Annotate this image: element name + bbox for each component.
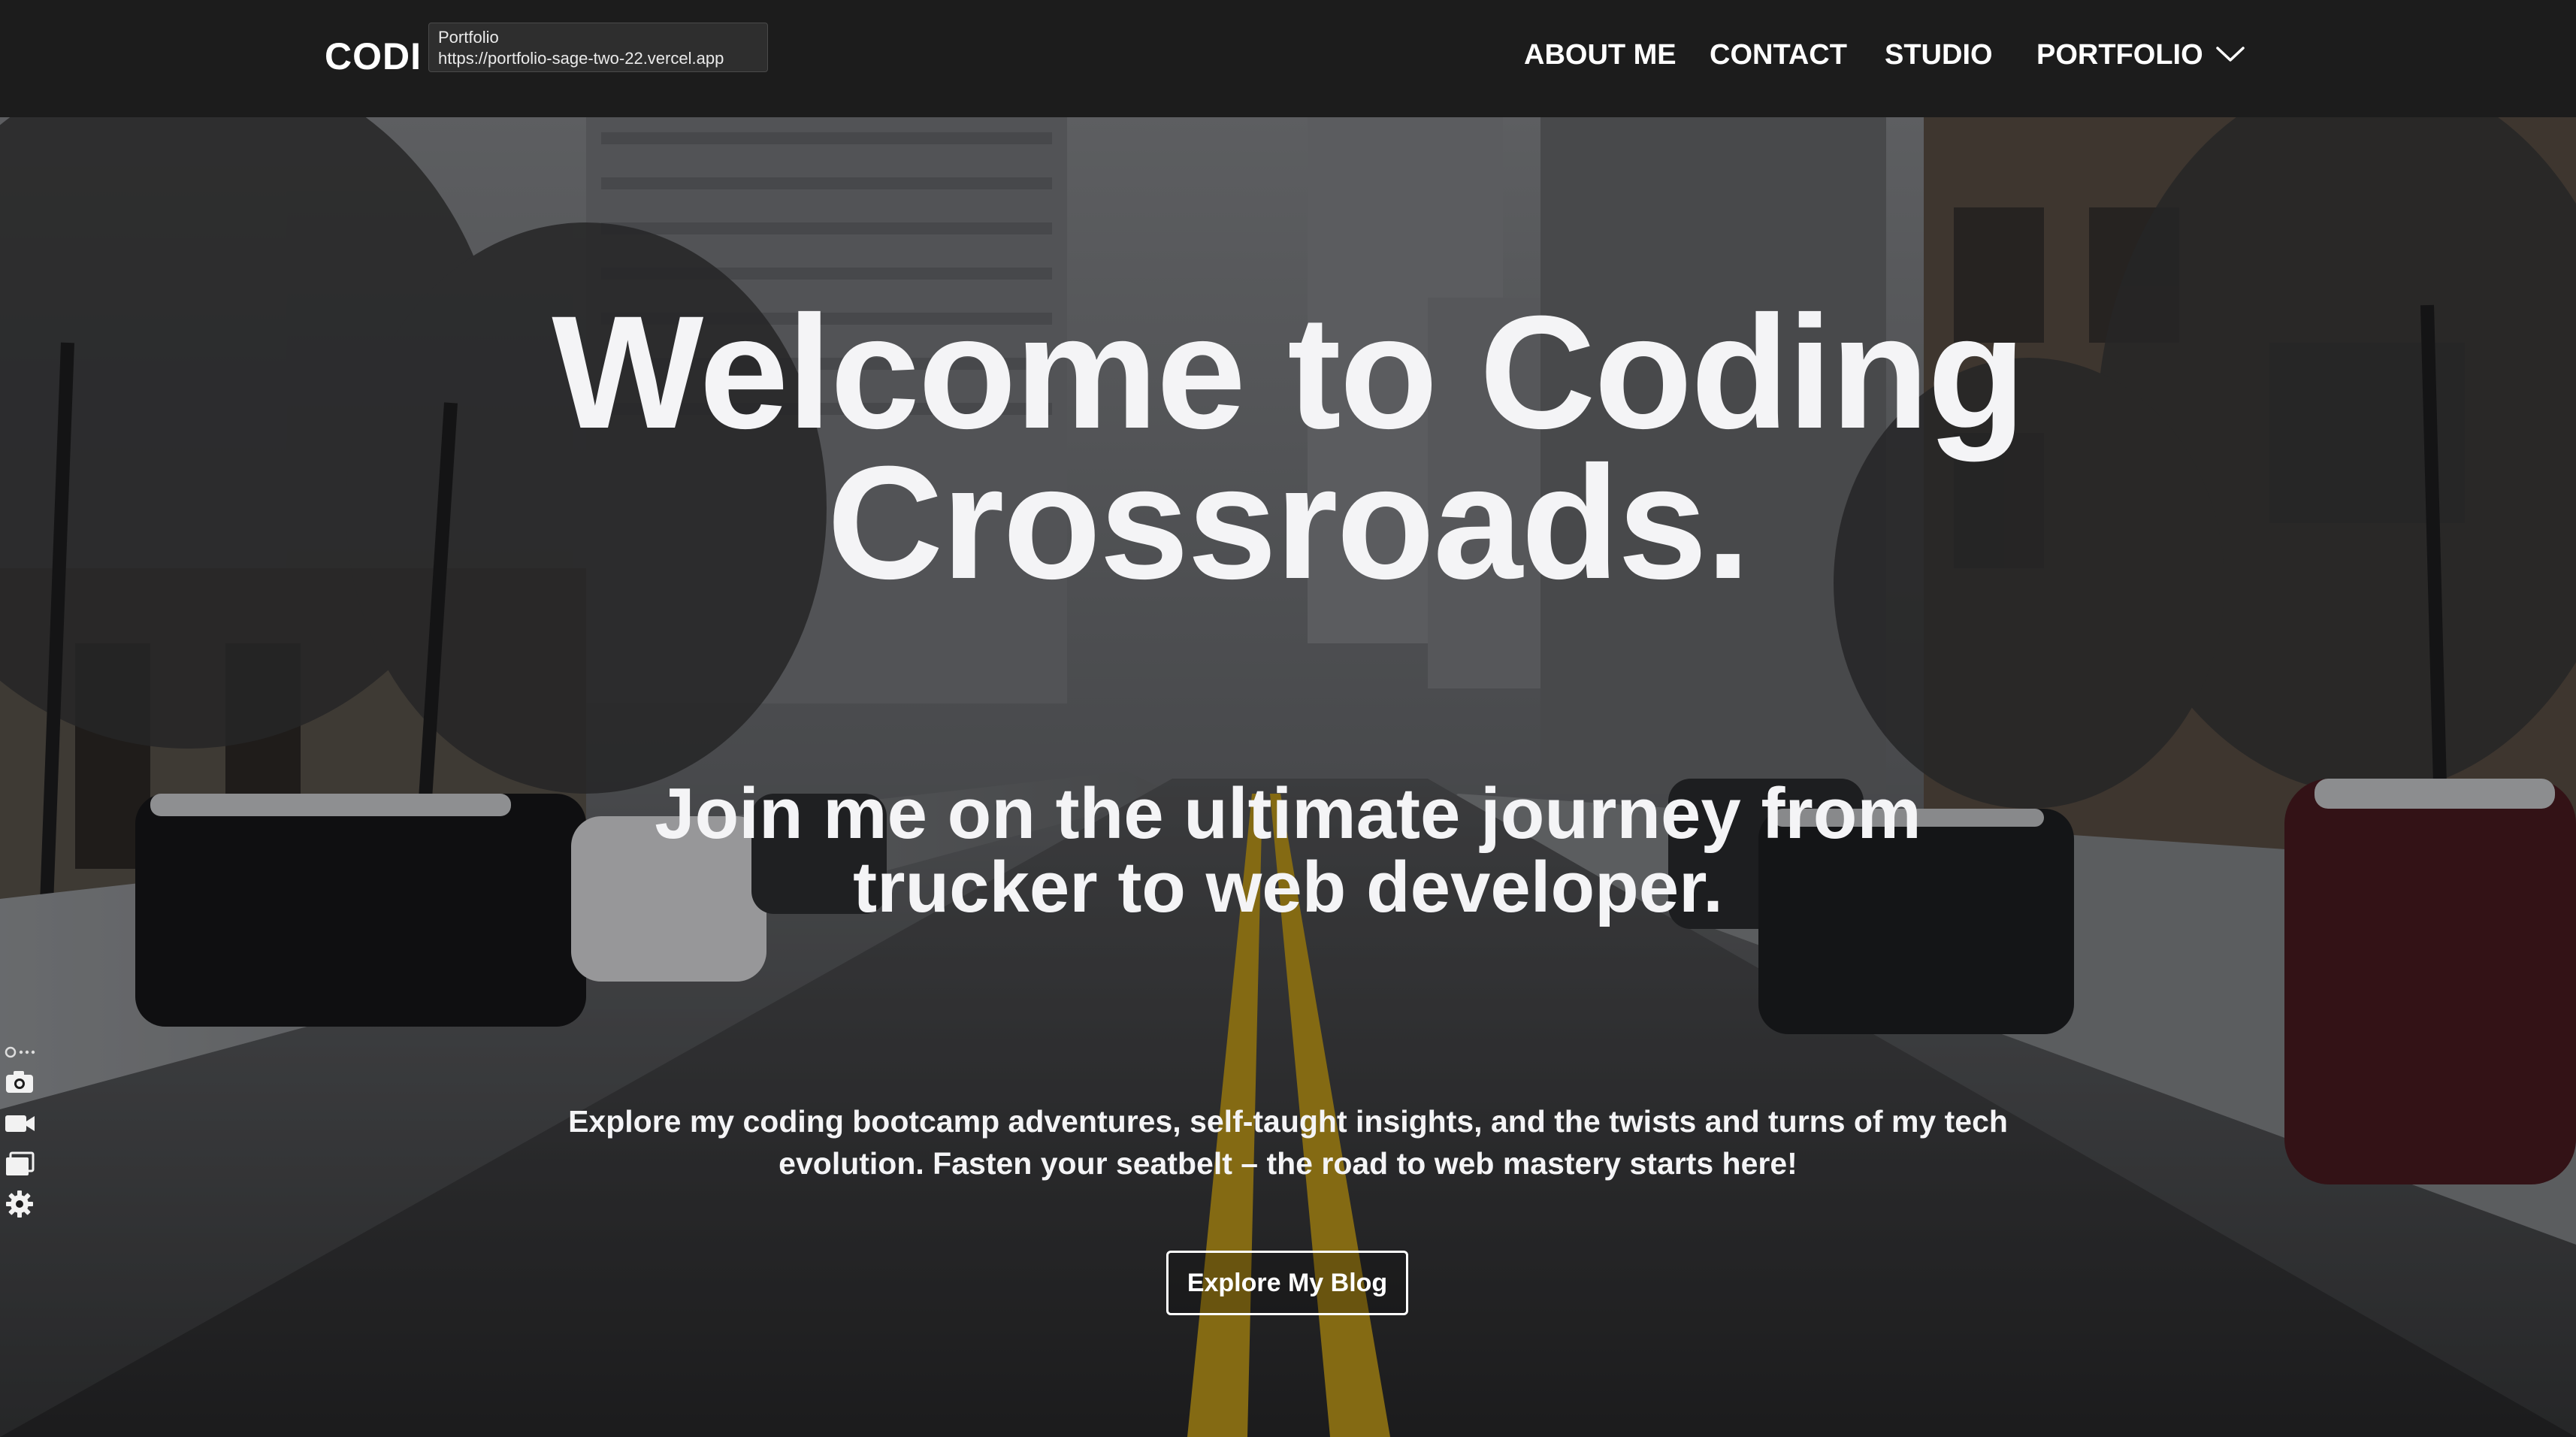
camera-icon[interactable] bbox=[3, 1066, 36, 1099]
hero-subheadline: Join me on the ultimate journey from tru… bbox=[0, 777, 2576, 924]
nav-about-me[interactable]: ABOUT ME bbox=[1524, 39, 1677, 71]
link-icon[interactable] bbox=[3, 1043, 36, 1061]
brand-logo[interactable]: CODI bbox=[325, 35, 422, 78]
subheadline-line-1: Join me on the ultimate journey from bbox=[655, 773, 1921, 854]
link-tooltip: Portfolio https://portfolio-sage-two-22.… bbox=[428, 23, 768, 72]
nav-contact[interactable]: CONTACT bbox=[1710, 39, 1847, 71]
chevron-down-icon[interactable] bbox=[2215, 44, 2245, 65]
description-line-1: Explore my coding bootcamp adventures, s… bbox=[568, 1104, 2008, 1139]
tooltip-title: Portfolio bbox=[438, 28, 499, 47]
hero-headline: Welcome to Coding Crossroads. bbox=[0, 283, 2576, 613]
explore-blog-button[interactable]: Explore My Blog bbox=[1166, 1251, 1408, 1315]
hero-description: Explore my coding bootcamp adventures, s… bbox=[0, 1100, 2576, 1184]
tooltip-url: https://portfolio-sage-two-22.vercel.app bbox=[438, 49, 724, 68]
gear-icon[interactable] bbox=[3, 1187, 36, 1221]
description-line-2: evolution. Fasten your seatbelt – the ro… bbox=[779, 1146, 1797, 1181]
hero-section: Welcome to Coding Crossroads. Join me on… bbox=[0, 117, 2576, 1437]
video-icon[interactable] bbox=[3, 1106, 36, 1139]
top-navbar: CODI Portfolio https://portfolio-sage-tw… bbox=[0, 0, 2576, 117]
headline-line-2: Crossroads. bbox=[827, 433, 1751, 613]
subheadline-line-2: trucker to web developer. bbox=[853, 847, 1723, 927]
nav-studio[interactable]: STUDIO bbox=[1885, 39, 1993, 71]
nav-portfolio[interactable]: PORTFOLIO bbox=[2036, 39, 2203, 71]
windows-icon[interactable] bbox=[3, 1147, 36, 1180]
screen-capture-toolbar bbox=[0, 1043, 39, 1230]
headline-line-1: Welcome to Coding bbox=[552, 283, 2025, 462]
